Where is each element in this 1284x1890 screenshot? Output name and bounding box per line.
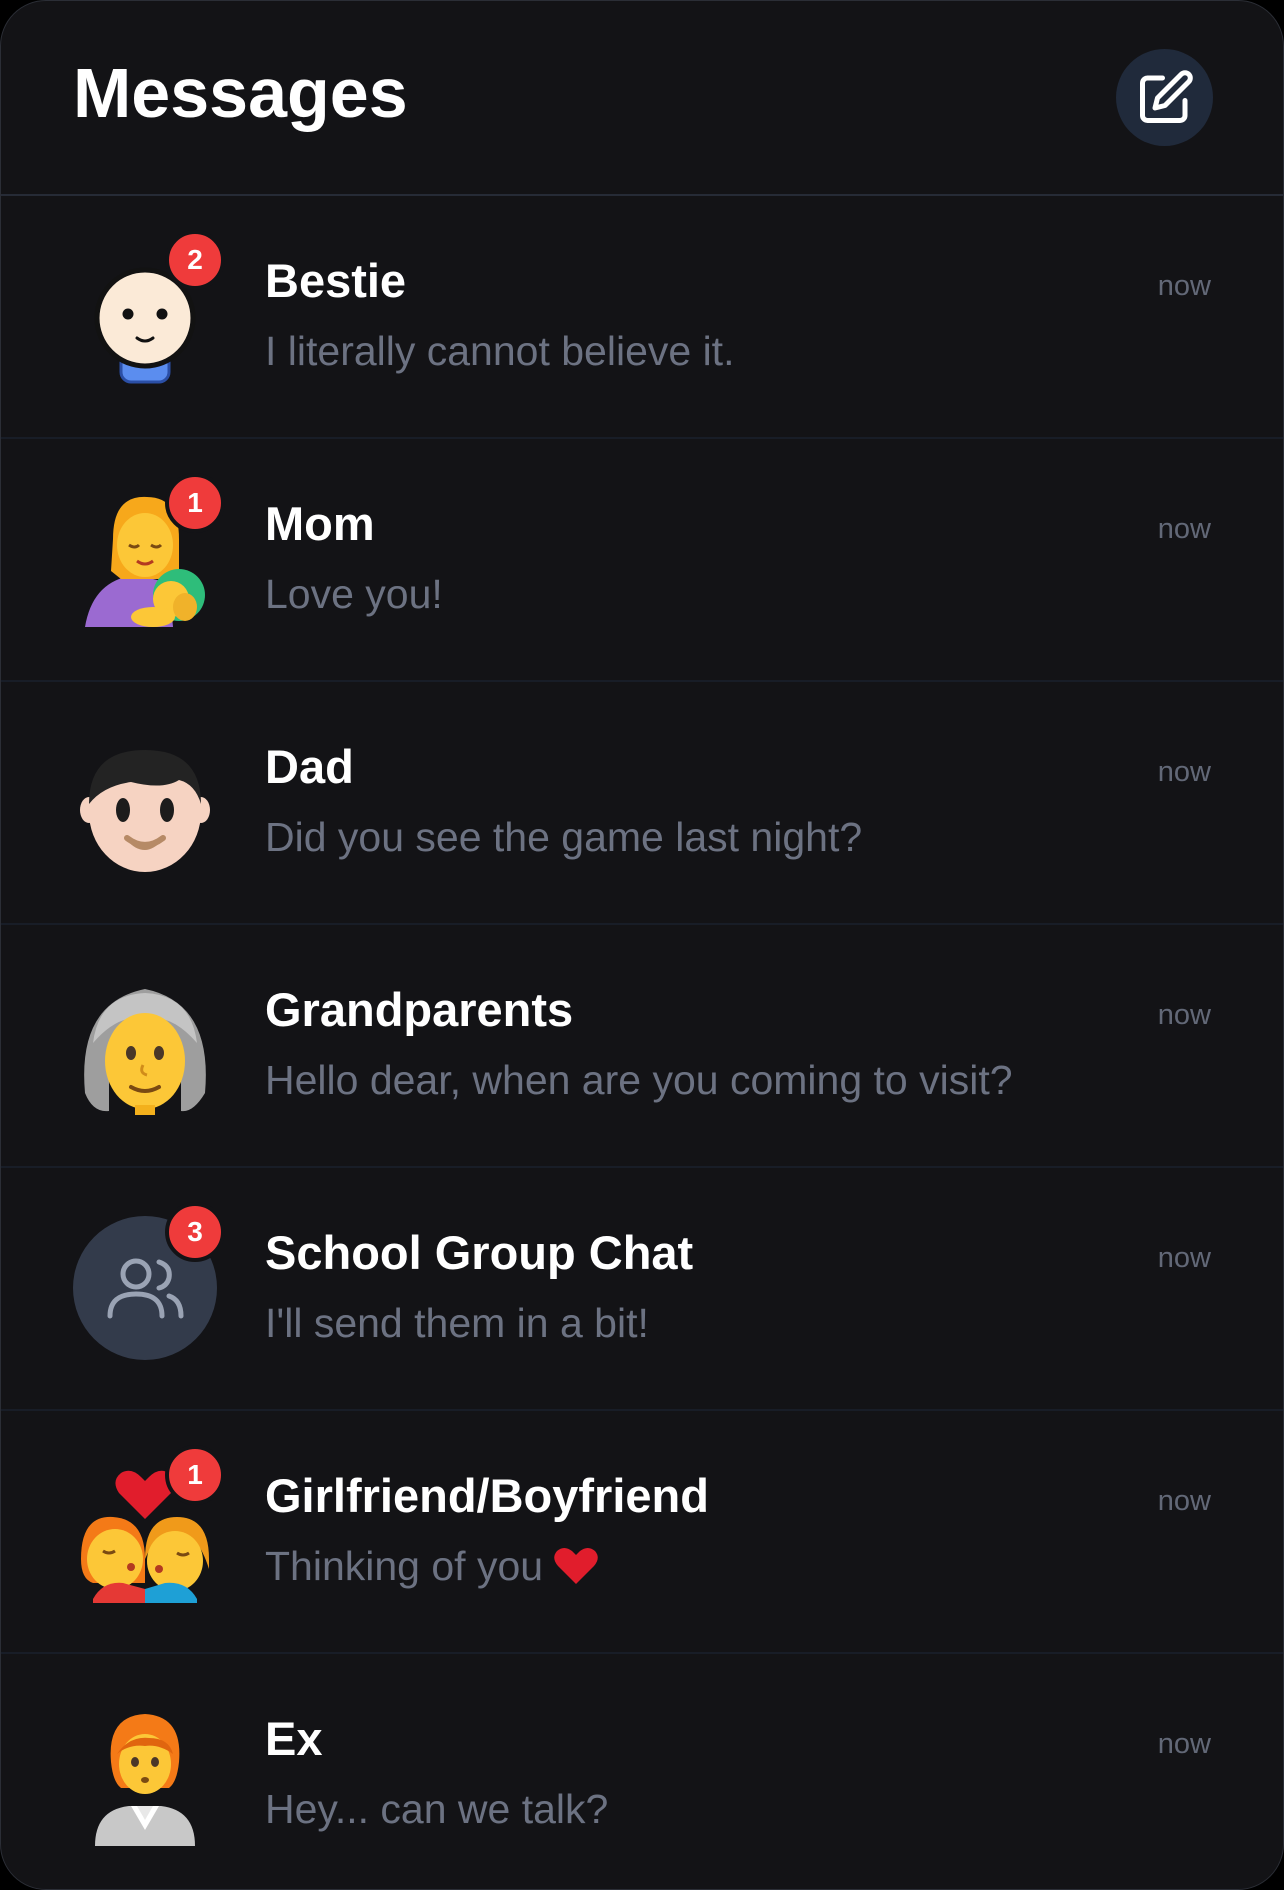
header: Messages	[1, 1, 1283, 196]
message-preview: Hey... can we talk?	[265, 1786, 609, 1832]
conversation-row-grandparents[interactable]: Grandparents Hello dear, when are you co…	[1, 925, 1283, 1168]
unread-badge: 1	[165, 1445, 225, 1505]
person-in-suit-emoji	[95, 1714, 195, 1846]
unread-badge: 3	[165, 1202, 225, 1262]
message-preview: Hello dear, when are you coming to visit…	[265, 1057, 1013, 1103]
message-preview-text: Thinking of you	[265, 1543, 544, 1589]
timestamp: now	[1157, 1485, 1211, 1517]
compose-edit-icon	[1139, 69, 1193, 123]
timestamp: now	[1157, 999, 1211, 1031]
page-title: Messages	[73, 54, 408, 132]
red-heart-icon	[554, 1548, 598, 1584]
timestamp: now	[1157, 270, 1211, 302]
avatar	[73, 973, 217, 1117]
avatar	[73, 1702, 217, 1846]
contact-name: Mom	[265, 497, 375, 550]
avatar	[73, 730, 217, 874]
timestamp: now	[1157, 1728, 1211, 1760]
man-emoji	[80, 750, 210, 872]
conversation-row-dad[interactable]: Dad Did you see the game last night? now	[1, 682, 1283, 925]
message-preview: I literally cannot believe it.	[265, 328, 735, 374]
messages-screen: Messages 2 Bestie I literally cannot bel…	[0, 0, 1284, 1890]
conversation-row-girlfriend-boyfriend[interactable]: 1 Girlfriend/Boyfriend Thinking of you n…	[1, 1411, 1283, 1654]
timestamp: now	[1157, 513, 1211, 545]
unread-badge: 1	[165, 473, 225, 533]
timestamp: now	[1157, 756, 1211, 788]
message-preview: Thinking of you	[265, 1541, 599, 1591]
contact-name: Ex	[265, 1712, 323, 1765]
conversation-row-bestie[interactable]: 2 Bestie I literally cannot believe it. …	[1, 196, 1283, 439]
old-woman-emoji	[84, 989, 206, 1115]
compose-button[interactable]	[1116, 49, 1213, 146]
message-preview: Love you!	[265, 571, 443, 617]
contact-name: Girlfriend/Boyfriend	[265, 1469, 709, 1522]
message-preview: I'll send them in a bit!	[265, 1300, 649, 1346]
message-preview: Did you see the game last night?	[265, 814, 863, 860]
unread-badge: 2	[165, 230, 225, 290]
contact-name: Dad	[265, 740, 354, 793]
contact-name: School Group Chat	[265, 1226, 694, 1279]
conversation-row-mom[interactable]: 1 Mom Love you! now	[1, 439, 1283, 682]
conversation-list: 2 Bestie I literally cannot believe it. …	[1, 196, 1283, 1889]
conversation-row-school-group-chat[interactable]: 3 School Group Chat I'll send them in a …	[1, 1168, 1283, 1411]
contact-name: Grandparents	[265, 983, 574, 1036]
timestamp: now	[1157, 1242, 1211, 1274]
conversation-row-ex[interactable]: Ex Hey... can we talk? now	[1, 1654, 1283, 1889]
contact-name: Bestie	[265, 254, 407, 307]
